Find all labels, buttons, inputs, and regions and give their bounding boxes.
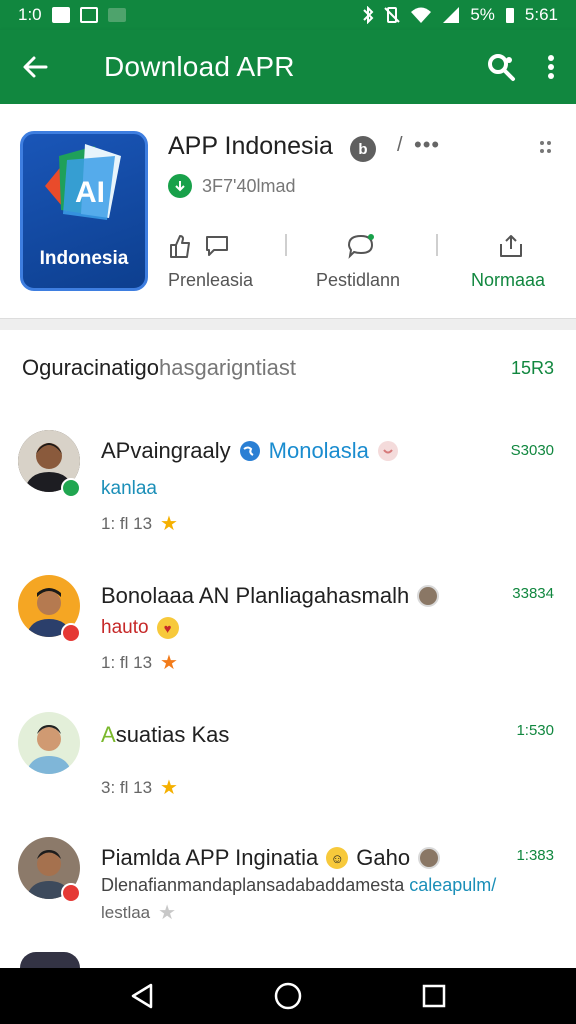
app-card: AI Indonesia APP Indonesia b / ••• 3F7'4… xyxy=(0,104,576,320)
review-subtitle[interactable]: hauto xyxy=(101,617,149,639)
bluetooth-icon xyxy=(363,6,374,24)
app-icon[interactable]: AI Indonesia xyxy=(20,131,148,291)
comment-icon xyxy=(347,234,374,259)
download-row: 3F7'40lmad xyxy=(168,174,296,198)
status-badge xyxy=(61,623,81,643)
card-menu-button[interactable] xyxy=(538,138,554,160)
mini-avatar xyxy=(417,585,440,607)
notification-icon xyxy=(79,7,98,23)
emoji-icon: ☺ xyxy=(326,847,349,869)
status-time-left: 1:0 xyxy=(18,5,42,24)
mini-avatar xyxy=(418,847,441,869)
section-count[interactable]: 15R3 xyxy=(511,358,554,379)
app-icon-text: AI xyxy=(75,176,105,209)
wifi-icon xyxy=(411,7,432,23)
status-badge xyxy=(61,883,81,903)
action-label-preview: Prenleasia xyxy=(168,270,254,290)
review-count: 1:383 xyxy=(516,847,554,864)
action-share[interactable]: Normaaa xyxy=(471,230,545,291)
action-separator xyxy=(436,234,438,256)
app-logo-icon: AI xyxy=(45,144,121,220)
vibrate-icon xyxy=(384,7,401,23)
more-options-button[interactable] xyxy=(526,30,576,104)
review-meta: 1: fl 13 xyxy=(101,514,153,533)
app-badge: b xyxy=(350,136,376,162)
emoji-icon: ♥ xyxy=(156,617,179,639)
review-author: suatias Kas xyxy=(115,722,230,747)
app-name: APP Indonesia xyxy=(168,132,333,160)
action-preview[interactable]: Prenleasia xyxy=(168,230,253,291)
review-author: Piamlda APP Inginatia xyxy=(101,845,319,870)
back-nav-icon[interactable] xyxy=(129,982,155,1010)
star-icon: ★ xyxy=(160,777,178,799)
action-label-share: Normaaa xyxy=(471,270,546,290)
action-separator xyxy=(285,234,287,256)
review-author-initial: A xyxy=(101,722,116,747)
verified-badge xyxy=(61,478,81,498)
share-icon xyxy=(500,235,522,257)
review-meta: 1: fl 13 xyxy=(101,653,153,672)
search-icon xyxy=(488,54,515,81)
star-icon: ★ xyxy=(158,902,177,924)
notification-icon xyxy=(107,8,126,22)
system-nav-bar xyxy=(0,968,576,1024)
status-bar: 1:0 5% 5:61 xyxy=(0,0,576,30)
thumb-up-icon xyxy=(170,235,190,258)
download-text: 3F7'40lmad xyxy=(202,175,296,196)
arrow-back-icon xyxy=(23,56,48,78)
review-subtitle[interactable]: kanlaa xyxy=(101,478,157,500)
review-body: Dlenafianmandaplansadabaddamesta xyxy=(101,875,405,895)
review-body-link[interactable]: caleapulm/ xyxy=(409,875,496,895)
review-count: 33834 xyxy=(512,585,554,602)
app-icon-label: Indonesia xyxy=(39,248,129,269)
app-bar: Download APR xyxy=(0,30,576,104)
chat-icon xyxy=(206,236,228,256)
avatar xyxy=(18,712,80,774)
action-label-comment: Pestidlann xyxy=(316,270,401,290)
page-title: Download APR xyxy=(104,51,295,82)
battery-percent: 5% xyxy=(470,5,495,24)
back-button[interactable] xyxy=(0,30,70,104)
app-slash: / xyxy=(397,134,403,156)
status-time: 5:61 xyxy=(524,5,558,24)
signal-icon xyxy=(443,7,460,23)
review-link[interactable]: Monolasla xyxy=(269,438,369,464)
app-dots: ••• xyxy=(414,132,441,157)
download-icon xyxy=(168,174,192,198)
notification-icon xyxy=(51,7,70,23)
review-count: S3030 xyxy=(510,442,554,459)
star-icon: ★ xyxy=(160,513,178,535)
star-icon: ★ xyxy=(160,652,178,674)
section-title: Oguracinatigo xyxy=(22,355,159,380)
review-count: 1:530 xyxy=(516,722,554,739)
battery-icon xyxy=(505,8,514,23)
recents-nav-icon[interactable] xyxy=(421,983,447,1009)
more-dots-icon xyxy=(540,141,551,153)
review-meta: 3: fl 13 xyxy=(101,778,153,797)
review-author: APvaingraaly xyxy=(101,438,231,463)
globe-icon xyxy=(239,441,260,461)
action-comment[interactable]: Pestidlann xyxy=(316,230,400,291)
avatar xyxy=(20,952,80,968)
reaction-icon xyxy=(377,441,398,461)
home-nav-icon[interactable] xyxy=(273,981,303,1011)
more-vert-icon xyxy=(548,55,554,79)
section-title-rest: hasgarigntiast xyxy=(158,355,296,380)
review-author-suffix: Gaho xyxy=(356,845,411,870)
reviews-header: Oguracinatigo hasgarigntiast 15R3 xyxy=(22,355,554,381)
review-author: Bonolaaa AN Planliagahasmalh xyxy=(101,583,410,608)
search-button[interactable] xyxy=(476,30,526,104)
section-divider xyxy=(0,318,576,330)
review-meta: lestlaa xyxy=(101,903,151,922)
